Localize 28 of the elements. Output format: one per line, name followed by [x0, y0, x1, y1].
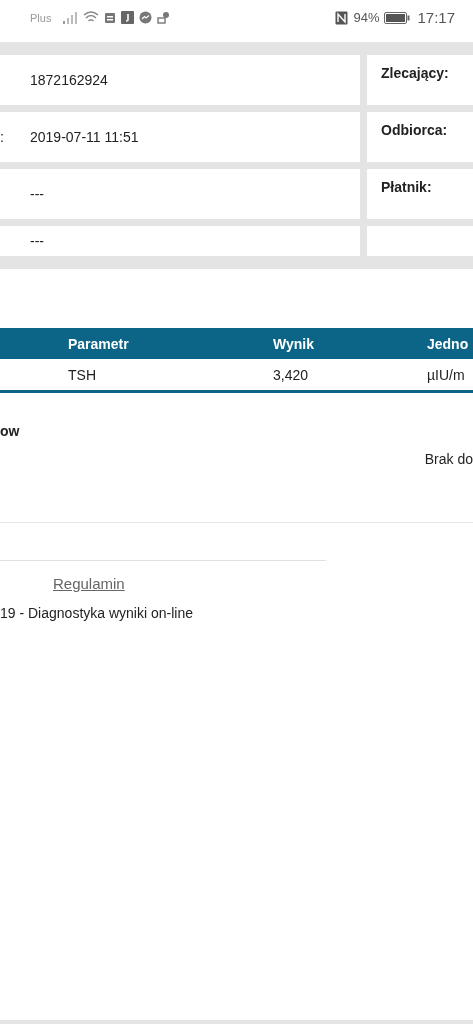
- section-heading: ow: [0, 423, 21, 439]
- messenger-icon: [139, 11, 153, 24]
- table-cell-text: TSH: [68, 366, 97, 383]
- clock-time: 17:17: [417, 9, 455, 26]
- table-cell-text: 3,420: [273, 366, 310, 383]
- field-label: Płatnik:: [381, 179, 432, 195]
- table-cell-text: µIU/m: [427, 366, 466, 383]
- field-label: Zlecający:: [381, 65, 449, 81]
- terms-link[interactable]: Regulamin: [53, 575, 125, 592]
- carrier-name: Plus: [30, 11, 52, 24]
- field-value: ---: [29, 233, 44, 249]
- copyright-text: 19 - Diagnostyka wyniki on-line: [0, 605, 194, 621]
- field-label: Odbiorca:: [381, 122, 448, 138]
- field-value: ---: [29, 186, 44, 202]
- wifi-icon: [83, 11, 100, 24]
- nfc-icon: [335, 10, 349, 25]
- notification-icon: [104, 11, 117, 24]
- signal-icon: [62, 11, 79, 24]
- app-icon: [121, 11, 135, 24]
- note-text: Brak do: [424, 451, 473, 467]
- battery-icon: [384, 11, 411, 24]
- column-header: Parametr: [68, 335, 130, 352]
- column-header: Jedno: [427, 335, 470, 352]
- field-value: 1872162924: [29, 72, 108, 88]
- field-value: 2019-07-11 11:51: [29, 129, 139, 145]
- column-header: Wynik: [273, 335, 315, 352]
- battery-percent: 94%: [353, 10, 380, 25]
- info-cell: : 2019-07-11 11:51: [0, 112, 360, 162]
